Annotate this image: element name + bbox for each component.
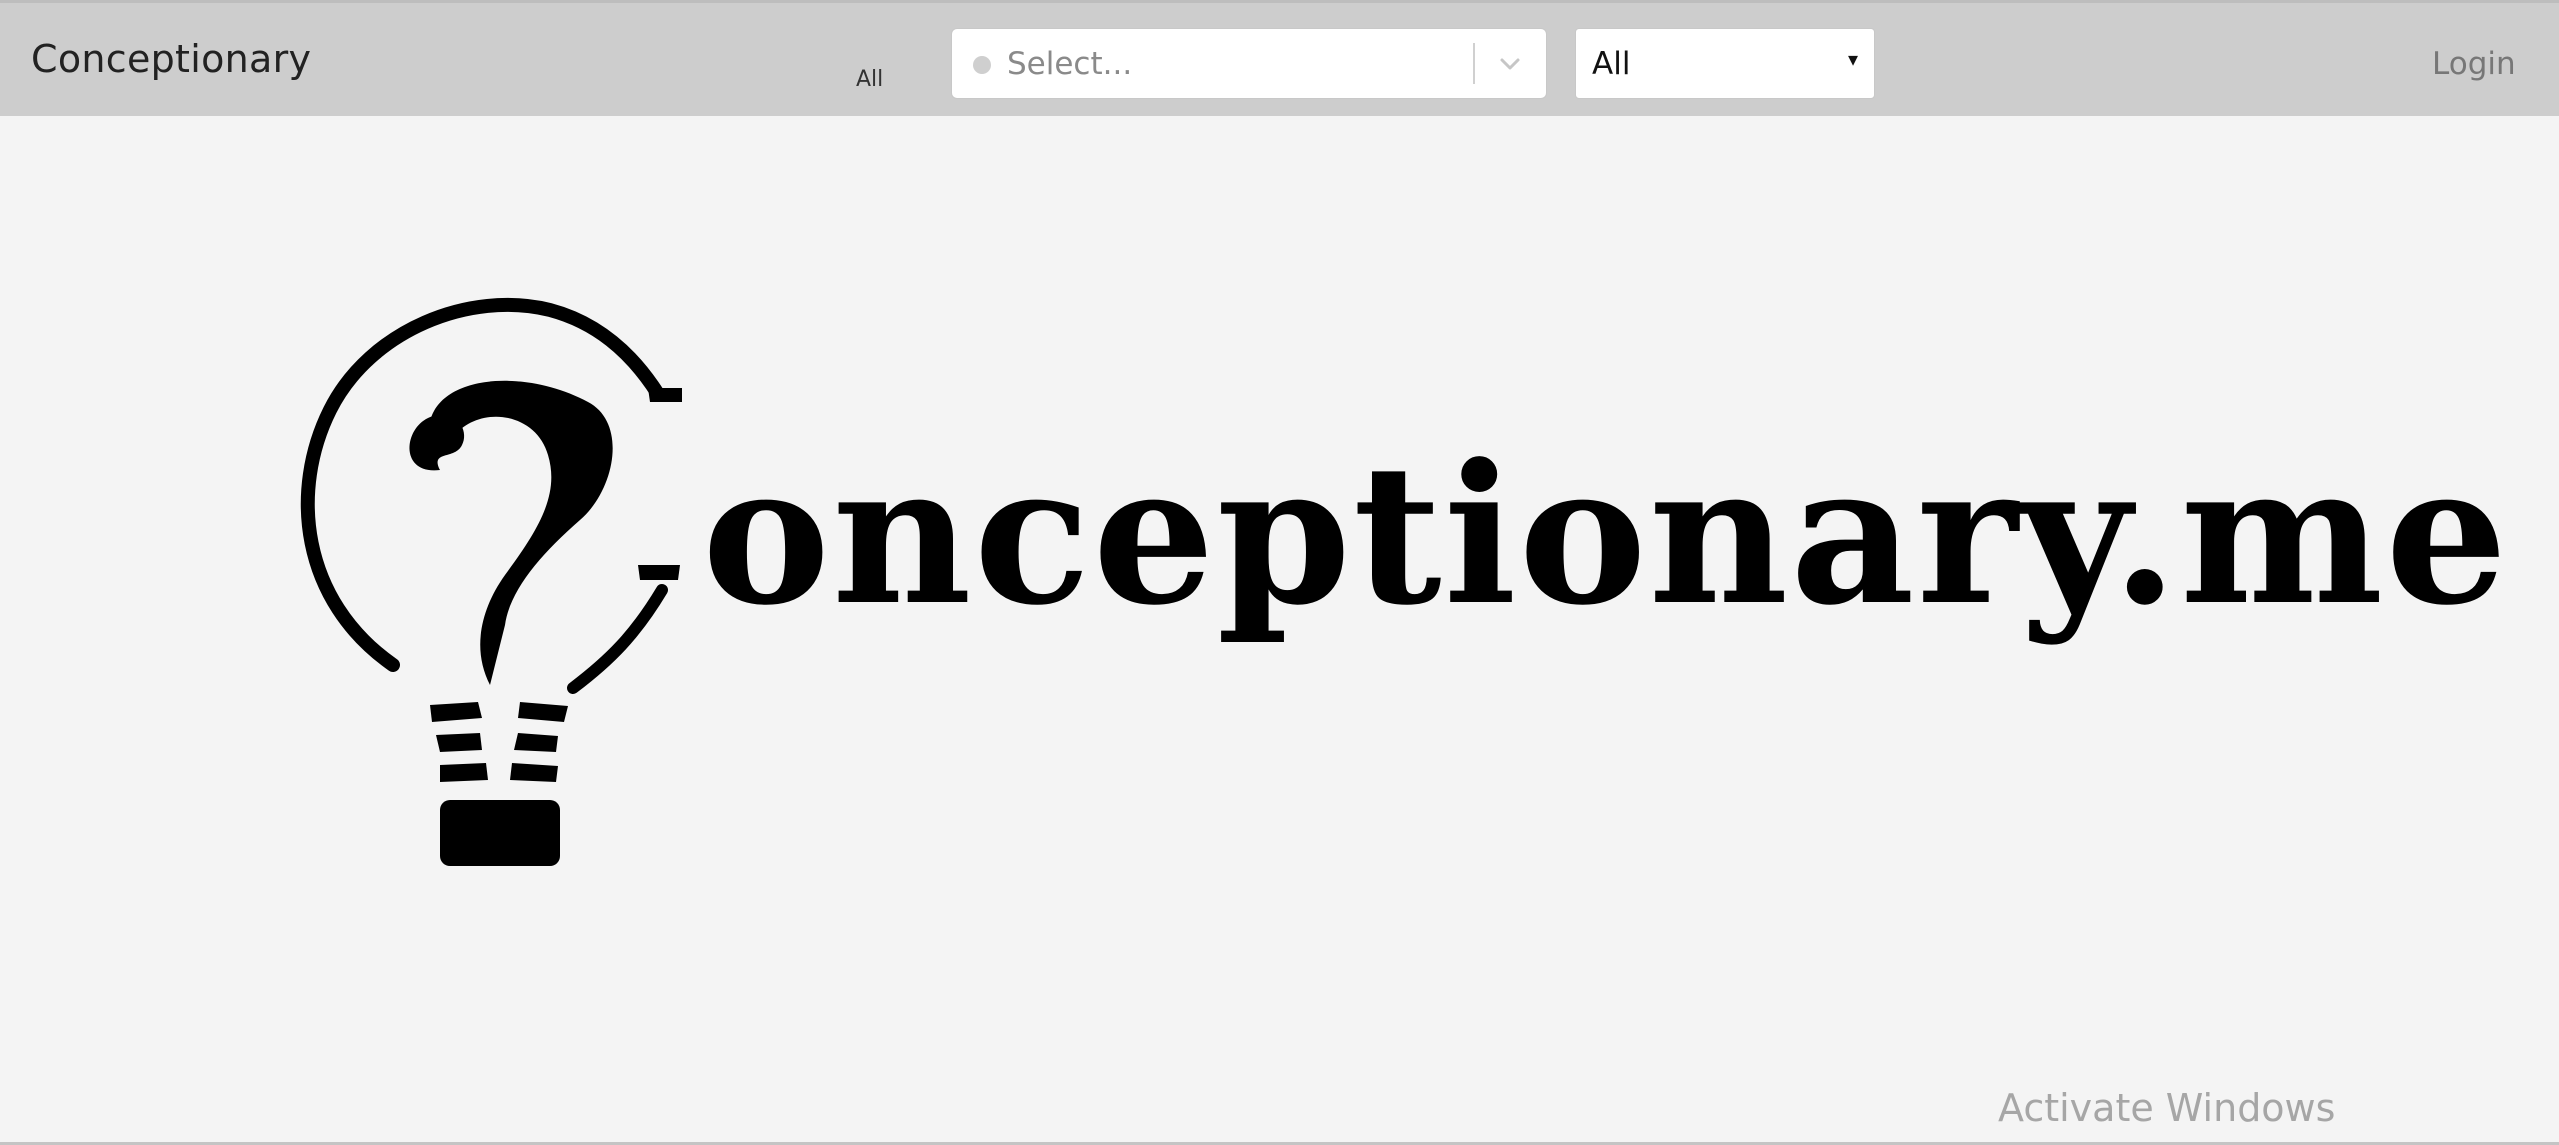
status-dot-icon: [973, 56, 991, 74]
dropdown-arrow-icon: ▾: [1848, 49, 1859, 71]
conceptionary-logo: onceptionary.me: [290, 290, 2508, 890]
login-link[interactable]: Login: [2432, 46, 2516, 82]
lightbulb-question-icon: [300, 297, 682, 866]
category-select-value: All: [1592, 46, 1631, 82]
select-separator: [1473, 43, 1475, 84]
chevron-down-icon[interactable]: [1495, 49, 1525, 79]
search-select[interactable]: Select...: [951, 28, 1547, 99]
brand-link[interactable]: Conceptionary: [31, 37, 311, 81]
category-select[interactable]: All ▾: [1575, 28, 1875, 99]
top-navbar: Conceptionary All Select... All ▾ Login: [0, 0, 2559, 116]
logo-wordmark: onceptionary.me: [702, 423, 2510, 648]
search-select-placeholder: Select...: [1007, 46, 1133, 82]
activate-windows-watermark: Activate Windows: [1998, 1086, 2336, 1130]
filter-label: All: [856, 67, 884, 92]
